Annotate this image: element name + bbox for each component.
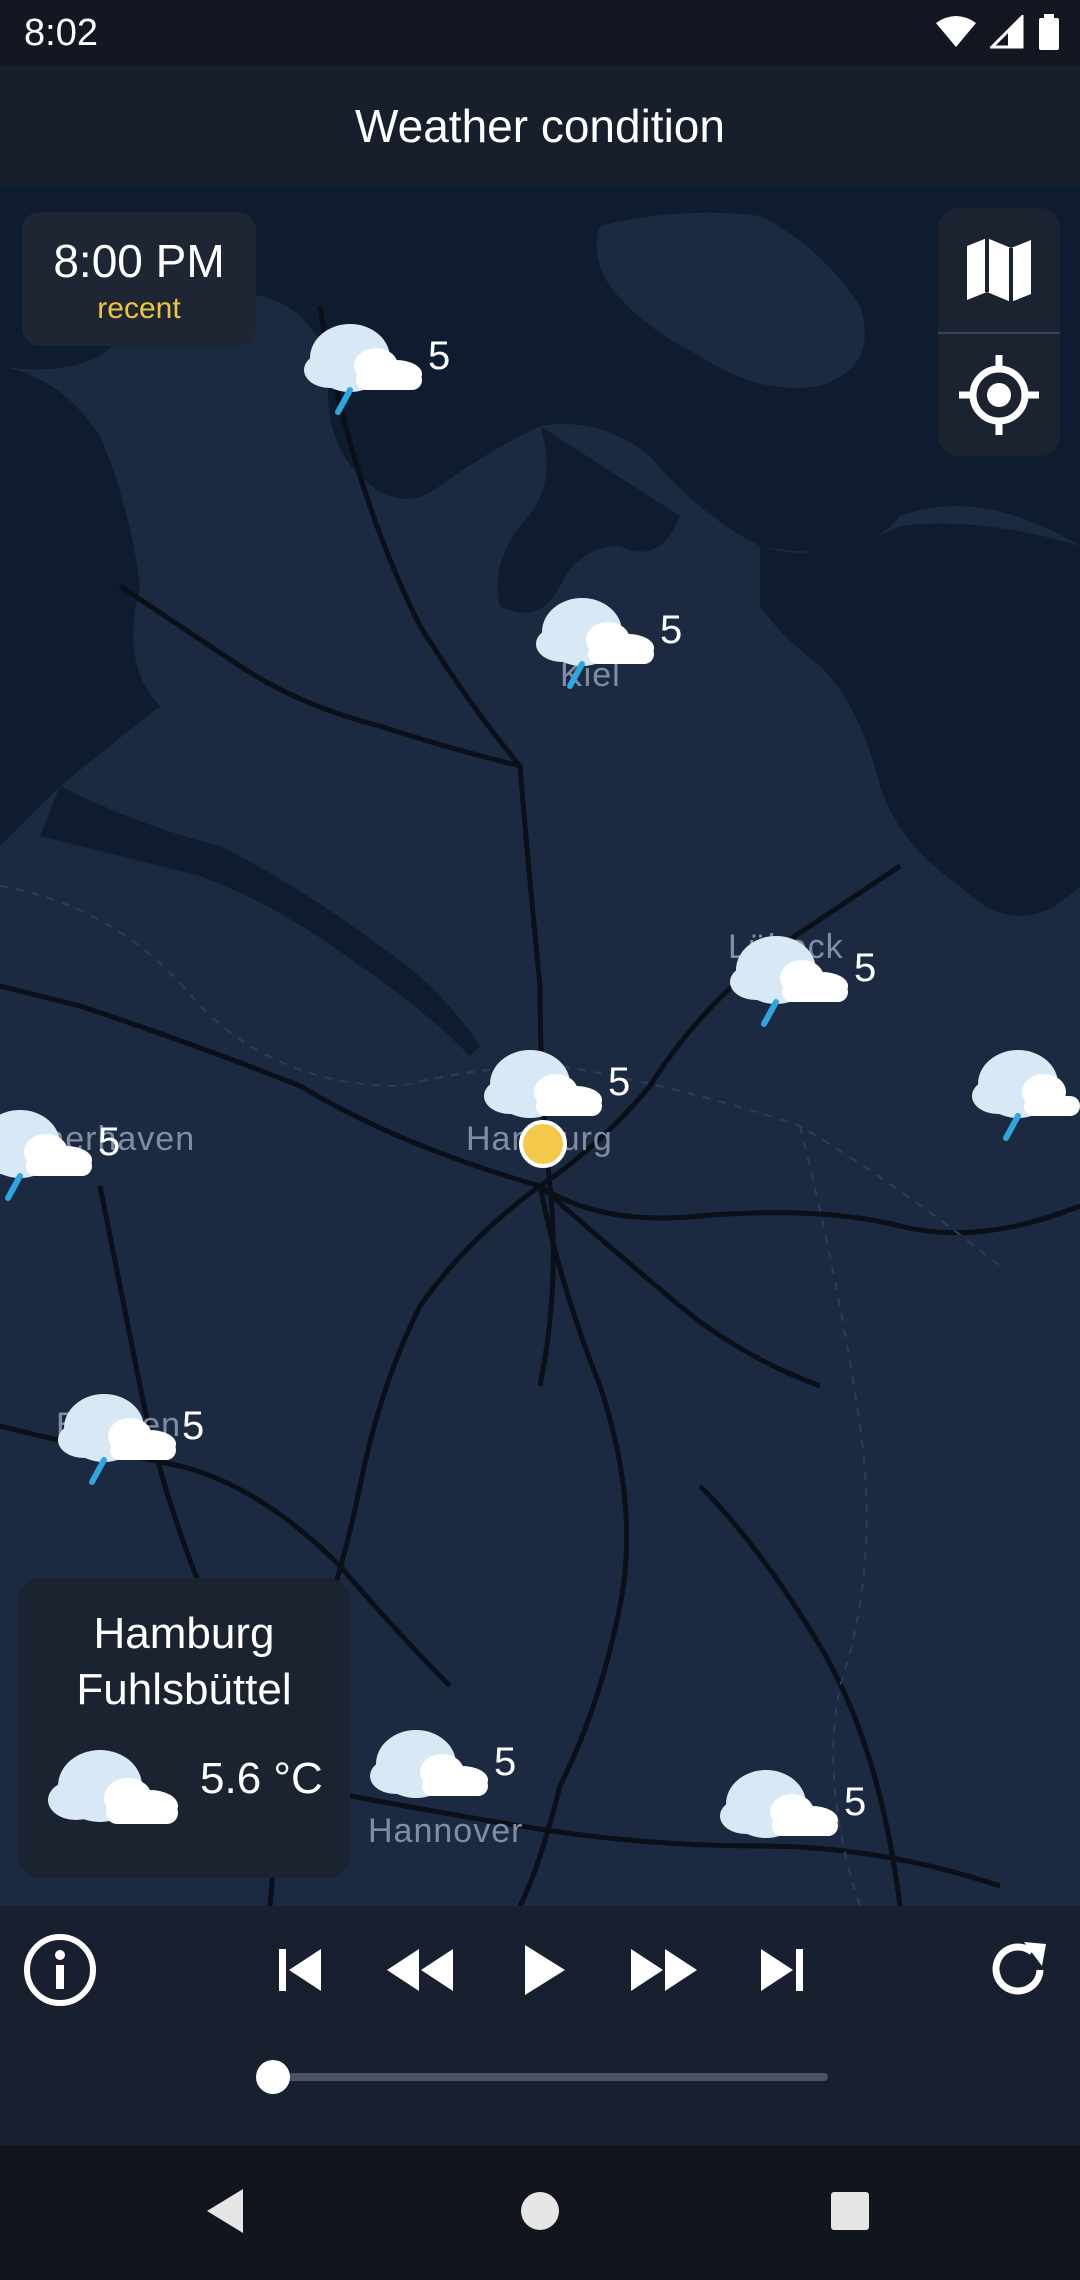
home-button[interactable]	[505, 2166, 575, 2256]
skip-next-icon	[761, 1949, 803, 1991]
play-button[interactable]	[500, 1926, 588, 2014]
marker-value: 5	[660, 608, 683, 652]
fast-forward-button[interactable]	[620, 1926, 708, 2014]
marker-value: 5	[854, 946, 877, 990]
info-icon	[24, 1934, 96, 2006]
my-location-button[interactable]	[938, 334, 1060, 456]
marker-value: 5	[182, 1404, 205, 1448]
time-card: 8:00 PM recent	[22, 212, 256, 346]
cloud-rain-icon	[0, 1110, 92, 1201]
cloud-rain-icon	[730, 936, 848, 1027]
cell-signal-icon	[990, 15, 1024, 49]
skip-previous-icon	[279, 1949, 321, 1991]
map-layers-button[interactable]	[938, 208, 1060, 332]
skip-to-start-button[interactable]	[258, 1926, 342, 2014]
time-value: 8:00 PM	[53, 235, 225, 287]
cloud-icon	[720, 1770, 838, 1838]
marker-value: 5	[844, 1780, 867, 1824]
info-button[interactable]	[16, 1926, 104, 2014]
weather-marker[interactable]: 5	[0, 1100, 130, 1210]
battery-icon	[1039, 14, 1059, 50]
cloud-rain-icon	[58, 1394, 176, 1485]
status-time: 8:02	[24, 12, 98, 54]
weather-marker[interactable]: 5	[716, 1760, 876, 1870]
player-bar	[0, 1906, 1080, 2146]
rewind-icon	[387, 1949, 453, 1991]
timeline-slider-track[interactable]	[272, 2073, 828, 2081]
fast-forward-icon	[631, 1949, 697, 1991]
cloud-rain-icon	[536, 598, 654, 689]
status-icons	[936, 14, 1060, 50]
play-icon	[525, 1945, 565, 1995]
system-nav-bar	[0, 2146, 1080, 2280]
current-location-dot	[519, 1120, 567, 1168]
marker-value: 5	[428, 334, 451, 378]
cloud-icon	[48, 1750, 178, 1824]
station-card[interactable]: Hamburg Fuhlsbüttel 5.6 °C	[18, 1578, 350, 1878]
station-name-line2: Fuhlsbüttel	[76, 1665, 292, 1714]
station-name: Hamburg Fuhlsbüttel	[18, 1606, 350, 1718]
status-bar: 8:02	[0, 0, 1080, 66]
rewind-button[interactable]	[376, 1926, 464, 2014]
weather-marker[interactable]: 5	[366, 1720, 526, 1830]
timeline-slider-thumb[interactable]	[256, 2060, 290, 2094]
app-bar: Weather condition	[0, 66, 1080, 186]
map-controls	[938, 208, 1060, 456]
cloud-icon	[370, 1730, 488, 1798]
time-status: recent	[97, 292, 181, 325]
weather-marker[interactable]: 5	[532, 588, 692, 698]
cloud-rain-icon	[972, 1050, 1080, 1141]
weather-marker[interactable]: 5	[300, 314, 460, 424]
marker-value: 5	[494, 1740, 517, 1784]
home-icon	[521, 2192, 559, 2230]
back-icon	[207, 2189, 243, 2233]
cloud-rain-icon	[304, 324, 422, 415]
marker-value: 5	[608, 1060, 631, 1104]
station-temperature: 5.6 °C	[200, 1754, 323, 1803]
weather-marker[interactable]: 5	[726, 926, 886, 1036]
refresh-icon	[992, 1942, 1046, 1995]
crosshair-icon	[959, 355, 1039, 435]
refresh-button[interactable]	[976, 1926, 1064, 2014]
page-title: Weather condition	[355, 100, 725, 152]
weather-marker[interactable]: 5	[54, 1384, 214, 1494]
wifi-icon	[936, 16, 976, 47]
map-icon	[967, 238, 1031, 302]
recents-button[interactable]	[815, 2166, 885, 2256]
skip-to-end-button[interactable]	[740, 1926, 824, 2014]
recents-icon	[831, 2192, 869, 2230]
weather-marker[interactable]	[968, 1040, 1080, 1150]
station-name-line1: Hamburg	[93, 1609, 275, 1658]
back-button[interactable]	[190, 2166, 260, 2256]
marker-value: 5	[98, 1120, 121, 1164]
